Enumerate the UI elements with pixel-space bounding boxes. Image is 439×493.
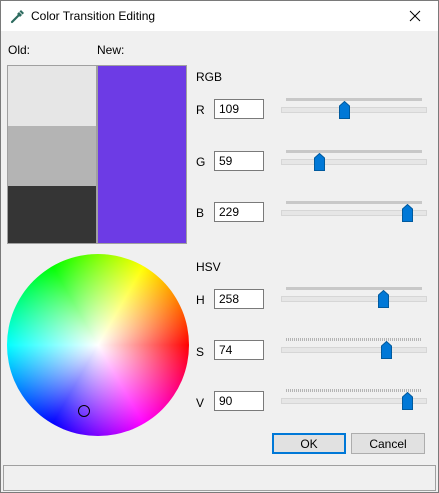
old-color-label: Old: [8,43,31,57]
green-slider[interactable] [281,146,427,176]
blue-slider[interactable] [281,197,427,227]
slider-thumb[interactable] [377,290,389,308]
slider-track [281,107,427,113]
color-wheel-marker[interactable] [77,404,90,417]
slider-track-top [286,338,422,341]
color-wheel[interactable] [7,254,189,436]
hue-slider[interactable] [281,283,427,313]
slider-thumb[interactable] [313,153,325,171]
saturation-label: S [196,345,205,359]
hue-input[interactable] [214,289,264,309]
slider-thumb[interactable] [339,101,351,119]
red-slider[interactable] [281,94,427,124]
close-icon [409,10,421,22]
red-label: R [196,103,205,117]
green-input[interactable] [214,151,264,171]
slider-thumb[interactable] [401,392,413,410]
value-input[interactable] [214,391,264,411]
value-slider[interactable] [281,385,427,415]
color-dropper-icon [10,10,24,24]
close-button[interactable] [392,1,438,31]
title-bar[interactable]: Color Transition Editing [1,1,438,31]
slider-track-top [286,287,422,290]
slider-thumb[interactable] [401,204,413,222]
hue-saturation-wheel[interactable] [7,254,189,436]
rgb-section-label: RGB [196,70,223,84]
slider-track-top [286,150,422,153]
ok-button[interactable]: OK [272,433,346,454]
blue-input[interactable] [214,202,264,222]
saturation-slider[interactable] [281,334,427,364]
hue-label: H [196,293,205,307]
old-color-band [8,66,96,126]
status-bar [3,465,436,491]
hsv-section-label: HSV [196,260,221,274]
slider-track [281,159,427,165]
old-color-band [8,126,96,186]
window-title: Color Transition Editing [31,9,156,23]
value-label: V [196,396,205,410]
slider-track [281,347,427,353]
saturation-input[interactable] [214,340,264,360]
old-color-swatch [7,65,97,244]
new-color-label: New: [97,43,125,57]
green-label: G [196,155,206,169]
blue-label: B [196,206,205,220]
new-color-swatch [97,65,187,244]
red-input[interactable] [214,99,264,119]
slider-thumb[interactable] [380,341,392,359]
color-transition-dialog: Color Transition Editing Old: New: RGB R… [0,0,439,493]
old-color-band [8,186,96,243]
slider-track-top [286,98,422,101]
cancel-button[interactable]: Cancel [351,433,425,454]
slider-track [281,296,427,302]
